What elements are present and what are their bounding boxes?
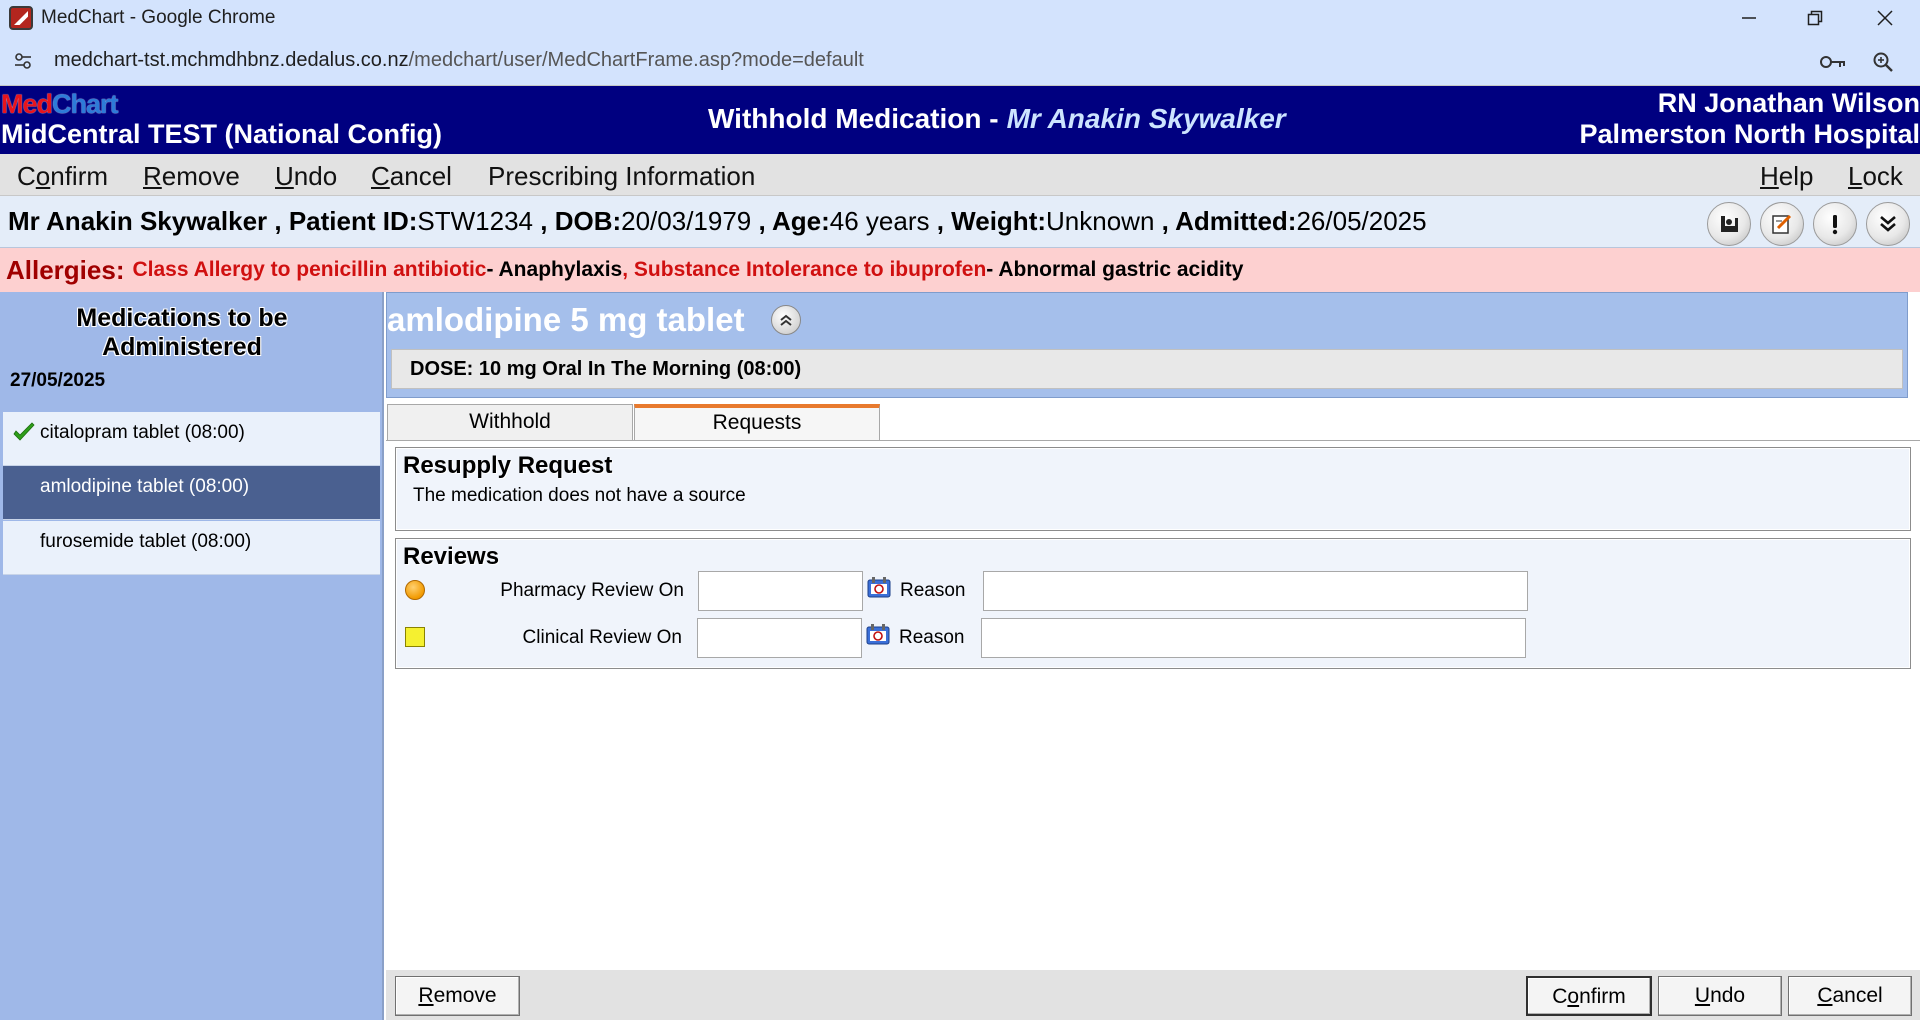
administration-date: 27/05/2025 <box>10 370 106 391</box>
bed-icon <box>1721 216 1738 232</box>
resupply-title: Resupply Request <box>403 452 613 479</box>
close-icon <box>1877 10 1893 26</box>
pharmacy-review-status-icon <box>405 580 425 600</box>
restore-icon <box>1807 10 1823 26</box>
pharmacy-reason-input[interactable] <box>983 571 1528 611</box>
patient-banner: Mr Anakin Skywalker , Patient ID:STW1234… <box>0 196 1920 248</box>
administered-check-icon <box>13 422 35 441</box>
pharmacy-review-date-input[interactable] <box>698 571 863 611</box>
patient-admitted: 26/05/2025 <box>1296 206 1427 236</box>
menu-remove[interactable]: Remove <box>143 161 240 192</box>
medications-pane: Medications to be Administered 27/05/2025… <box>0 292 384 1020</box>
dose-text: DOSE: 10 mg Oral In The Morning (08:00) <box>410 358 802 380</box>
expand-down-icon <box>1880 216 1896 232</box>
patient-name: Mr Anakin Skywalker <box>8 206 268 236</box>
page-title: Withhold Medication - Mr Anakin Skywalker <box>708 103 1286 134</box>
clinical-calendar-icon[interactable] <box>865 623 893 647</box>
patient-weight: Unknown <box>1046 206 1155 236</box>
footer-bar: Remove Confirm Undo Cancel <box>386 970 1920 1020</box>
password-key-icon[interactable] <box>1820 50 1846 74</box>
bed-button[interactable] <box>1707 202 1751 246</box>
clinical-review-label: Clinical Review On <box>522 627 682 648</box>
clinical-review-date-input[interactable] <box>697 618 862 658</box>
site-info-icon[interactable] <box>12 50 34 72</box>
drug-name: amlodipine 5 mg tablet <box>387 301 745 338</box>
allergen-2: , Substance Intolerance to ibuprofen <box>622 258 987 281</box>
reaction-2: - Abnormal gastric acidity <box>986 258 1244 281</box>
medication-item-furosemide[interactable]: furosemide tablet (08:00) <box>3 521 380 575</box>
medication-item-citalopram[interactable]: citalopram tablet (08:00) <box>3 412 380 466</box>
clinical-review-status-icon <box>405 627 425 647</box>
header-patient-name: Mr Anakin Skywalker <box>1006 103 1286 134</box>
menu-lock[interactable]: Lock <box>1848 161 1903 192</box>
hospital-name: Palmerston North Hospital <box>1579 119 1920 149</box>
reaction-1: - Anaphylaxis <box>486 258 623 281</box>
menu-confirm[interactable]: Confirm <box>17 161 108 192</box>
clinical-reason-input[interactable] <box>981 618 1526 658</box>
expand-banner-button[interactable] <box>1866 202 1910 246</box>
close-window-button[interactable] <box>1852 0 1918 36</box>
allergies-label: Allergies: <box>6 254 125 285</box>
patient-dob: 20/03/1979 <box>621 206 752 236</box>
logged-in-user: RN Jonathan Wilson <box>1657 88 1920 118</box>
menu-undo[interactable]: Undo <box>275 161 337 192</box>
edit-note-icon <box>1772 214 1792 234</box>
zoom-icon[interactable] <box>1870 50 1896 74</box>
url-text[interactable]: medchart-tst.mchmdhbnz.dedalus.co.nz/med… <box>54 49 864 72</box>
menu-bar: Confirm Remove Undo Cancel Prescribing I… <box>0 154 1920 196</box>
patient-id: STW1234 <box>417 206 534 236</box>
alert-button[interactable] <box>1813 202 1857 246</box>
window-title: MedChart - Google Chrome <box>41 7 276 28</box>
medchart-logo: MedChart <box>1 89 119 119</box>
medchart-header: MedChart MidCentral TEST (National Confi… <box>0 86 1920 154</box>
remove-button[interactable]: Remove <box>395 976 520 1016</box>
cancel-button[interactable]: Cancel <box>1788 976 1912 1016</box>
tab-requests[interactable]: Requests <box>634 404 880 440</box>
medication-item-amlodipine[interactable]: amlodipine tablet (08:00) <box>3 466 380 520</box>
menu-help[interactable]: Help <box>1760 161 1813 192</box>
confirm-button[interactable]: Confirm <box>1526 976 1652 1016</box>
address-bar[interactable]: medchart-tst.mchmdhbnz.dedalus.co.nz/med… <box>0 36 1920 86</box>
collapse-up-icon <box>780 314 792 326</box>
minimize-button[interactable] <box>1716 0 1782 36</box>
alert-icon <box>1832 215 1838 235</box>
browser-title-bar: MedChart - Google Chrome <box>0 0 1920 36</box>
patient-age: 46 years <box>829 206 930 236</box>
undo-button[interactable]: Undo <box>1658 976 1782 1016</box>
resupply-request-panel: Resupply Request The medication does not… <box>395 447 1911 531</box>
collapse-button[interactable] <box>771 305 801 335</box>
dose-box: DOSE: 10 mg Oral In The Morning (08:00) <box>391 349 1903 389</box>
medchart-app-icon <box>9 6 33 30</box>
edit-note-button[interactable] <box>1760 202 1804 246</box>
pharmacy-reason-label: Reason <box>900 580 966 601</box>
pharmacy-calendar-icon[interactable] <box>866 576 894 600</box>
menu-cancel[interactable]: Cancel <box>371 161 452 192</box>
ward-name: MidCentral TEST (National Config) <box>1 119 442 149</box>
resupply-text: The medication does not have a source <box>413 485 746 506</box>
tab-withhold[interactable]: Withhold <box>387 404 633 440</box>
clinical-reason-label: Reason <box>899 627 965 648</box>
restore-button[interactable] <box>1782 0 1848 36</box>
pharmacy-review-label: Pharmacy Review On <box>500 580 684 601</box>
allergy-banner: Allergies: Class Allergy to penicillin a… <box>0 248 1920 292</box>
reviews-title: Reviews <box>403 543 500 570</box>
minimize-icon <box>1742 17 1756 19</box>
patient-details: Mr Anakin Skywalker , Patient ID:STW1234… <box>8 206 1427 236</box>
drug-header: amlodipine 5 mg tablet DOSE: 10 mg Oral … <box>386 292 1908 398</box>
allergen-1: Class Allergy to penicillin antibiotic <box>132 258 487 281</box>
menu-prescribing-information[interactable]: Prescribing Information <box>488 161 755 192</box>
medications-pane-title: Medications to be Administered <box>76 304 288 361</box>
